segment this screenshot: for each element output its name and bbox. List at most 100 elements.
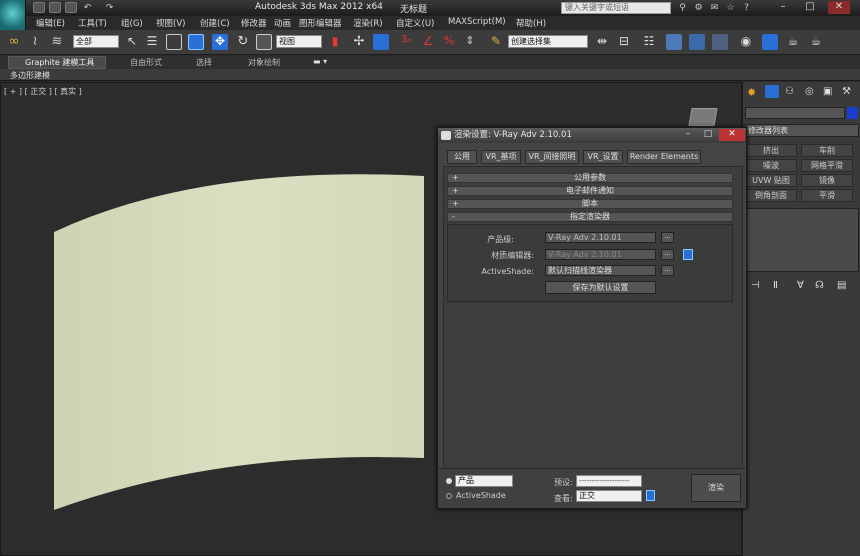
angle-snap-icon[interactable]: ∠: [420, 34, 436, 50]
production-radio[interactable]: [446, 478, 452, 484]
tab-vr-gi[interactable]: VR_间接照明: [525, 150, 579, 164]
object-name-field[interactable]: [745, 107, 845, 119]
view-select[interactable]: 正交: [576, 490, 642, 502]
select-rotate-icon[interactable]: ↻: [235, 34, 251, 50]
lock-to-production-icon[interactable]: [683, 249, 693, 260]
remove-modifier-icon[interactable]: ☊: [815, 280, 824, 291]
ref-coord-select[interactable]: 视图: [276, 35, 322, 48]
window-crossing-icon[interactable]: [188, 34, 204, 50]
noise-button[interactable]: 噪波: [745, 159, 797, 172]
rollout-common-params[interactable]: + 公用参数: [447, 173, 733, 183]
select-object-icon[interactable]: ↖: [124, 34, 140, 50]
pivot-icon[interactable]: ▮: [327, 34, 343, 50]
menu-views[interactable]: 视图(V): [156, 16, 185, 30]
smooth-button[interactable]: 平滑: [801, 189, 853, 202]
surface-shape[interactable]: [54, 174, 424, 510]
utilities-tab-icon[interactable]: ⚒: [842, 86, 851, 97]
bevel-profile-button[interactable]: 倒角剖面: [745, 189, 797, 202]
configure-sets-icon[interactable]: ▤: [837, 280, 846, 291]
production-choose-button[interactable]: ...: [661, 232, 674, 243]
select-scale-icon[interactable]: [256, 34, 272, 50]
menu-tools[interactable]: 工具(T): [78, 16, 107, 30]
tab-vr-base[interactable]: VR_基项: [481, 150, 521, 164]
extrude-button[interactable]: 挤出: [745, 144, 797, 157]
new-file-icon[interactable]: [33, 2, 45, 13]
menu-rendering[interactable]: 渲染(R): [353, 16, 383, 30]
rollout-assign-renderer[interactable]: - 指定渲染器: [447, 212, 733, 222]
spinner-snap-icon[interactable]: ⇕: [462, 34, 478, 50]
menu-edit[interactable]: 编辑(E): [36, 16, 65, 30]
align-icon[interactable]: ⊟: [616, 34, 632, 50]
meshsmooth-button[interactable]: 网格平滑: [801, 159, 853, 172]
render-production-icon[interactable]: ☕: [808, 34, 824, 50]
activeshade-radio[interactable]: [446, 493, 452, 499]
viewcube-icon[interactable]: [688, 108, 718, 126]
subscription-icon[interactable]: ⚙: [693, 3, 704, 13]
save-as-default-button[interactable]: 保存为默认设置: [545, 281, 656, 294]
ribbon-panel-label[interactable]: 多边形建模: [10, 70, 50, 81]
material-editor-choose-button[interactable]: ...: [661, 249, 674, 260]
redo-icon[interactable]: ↷: [104, 3, 115, 13]
tab-render-elements[interactable]: Render Elements: [627, 150, 701, 164]
select-manipulate-icon[interactable]: ✢: [351, 34, 367, 50]
menu-group[interactable]: 组(G): [121, 16, 143, 30]
help-icon[interactable]: ?: [741, 3, 752, 13]
ribbon-tab-object-paint[interactable]: 对象绘制: [248, 57, 280, 68]
graphite-toggle-icon[interactable]: [666, 34, 682, 50]
rendered-frame-icon[interactable]: ☕: [785, 34, 801, 50]
app-logo-icon[interactable]: [0, 0, 26, 30]
modifier-list-select[interactable]: 修改器列表: [745, 124, 859, 137]
layer-manager-icon[interactable]: ☷: [641, 34, 657, 50]
maximize-button[interactable]: □: [799, 1, 821, 14]
select-by-name-icon[interactable]: ☰: [144, 34, 160, 50]
keyboard-shortcut-icon[interactable]: [373, 34, 389, 50]
show-end-result-icon[interactable]: Ⅱ: [773, 280, 778, 291]
render-button[interactable]: 渲染: [691, 474, 741, 502]
lock-view-icon[interactable]: [646, 490, 655, 501]
object-color-swatch[interactable]: [847, 107, 858, 119]
ribbon-tab-selection[interactable]: 选择: [196, 57, 212, 68]
curve-editor-icon[interactable]: [689, 34, 705, 50]
display-tab-icon[interactable]: ▣: [823, 86, 832, 97]
hierarchy-tab-icon[interactable]: ⚇: [785, 86, 794, 97]
uvw-map-button[interactable]: UVW 贴图: [745, 174, 797, 187]
undo-icon[interactable]: ↶: [82, 3, 93, 13]
named-selection-select[interactable]: 创建选择集: [508, 35, 588, 48]
menu-customize[interactable]: 自定义(U): [396, 16, 434, 30]
menu-create[interactable]: 创建(C): [200, 16, 230, 30]
create-tab-icon[interactable]: ✸: [747, 86, 756, 99]
menu-help[interactable]: 帮助(H): [516, 16, 546, 30]
tab-vr-settings[interactable]: VR_设置: [583, 150, 623, 164]
tab-common[interactable]: 公用: [447, 150, 477, 164]
open-file-icon[interactable]: [49, 2, 61, 13]
modify-tab-icon[interactable]: [765, 85, 779, 98]
rect-selection-icon[interactable]: [166, 34, 182, 50]
menu-animation[interactable]: 动画: [274, 16, 291, 30]
percent-snap-icon[interactable]: %: [441, 34, 457, 50]
save-file-icon[interactable]: [65, 2, 77, 13]
link-icon[interactable]: ∞: [6, 34, 22, 50]
menu-modifiers[interactable]: 修改器: [241, 16, 267, 30]
select-move-icon[interactable]: ✥: [212, 34, 228, 50]
menu-maxscript[interactable]: MAXScript(M): [448, 16, 506, 28]
star-icon[interactable]: ☆: [725, 3, 736, 13]
search-icon[interactable]: ⚲: [677, 3, 688, 13]
ribbon-tab-freeform[interactable]: 自由形式: [130, 57, 162, 68]
bind-spacewarp-icon[interactable]: ≋: [49, 34, 65, 50]
unlink-icon[interactable]: ≀: [27, 34, 43, 50]
search-input[interactable]: 键入关键字或短语: [561, 2, 671, 14]
snaps-toggle-icon[interactable]: 3ₙ: [398, 34, 414, 50]
motion-tab-icon[interactable]: ◎: [805, 86, 814, 97]
render-mode-select[interactable]: 产品: [455, 475, 513, 487]
communication-icon[interactable]: ✉: [709, 3, 720, 13]
ribbon-tab-graphite[interactable]: Graphite 建模工具: [25, 57, 94, 68]
selection-filter-select[interactable]: 全部: [73, 35, 119, 48]
activeshade-choose-button[interactable]: ...: [661, 265, 674, 276]
preset-select[interactable]: --------------------: [576, 475, 642, 487]
modifier-stack-list[interactable]: [745, 208, 859, 272]
minimize-button[interactable]: –: [772, 1, 794, 14]
rollout-email[interactable]: + 电子邮件通知: [447, 186, 733, 196]
mirror-button[interactable]: 镜像: [801, 174, 853, 187]
rollout-scripts[interactable]: + 脚本: [447, 199, 733, 209]
mirror-icon[interactable]: ⇹: [594, 34, 610, 50]
